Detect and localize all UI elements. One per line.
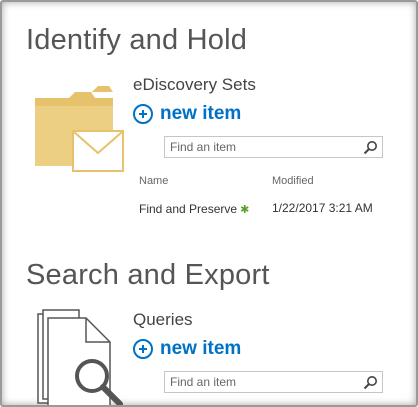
column-header-name[interactable]: Name — [139, 175, 168, 187]
new-item-label: new item — [160, 338, 242, 359]
item-name-link[interactable]: Find and Preserve — [139, 202, 237, 216]
section-title-identify: Identify and Hold — [26, 24, 248, 56]
search-input-ediscovery[interactable] — [165, 137, 355, 157]
column-header-modified[interactable]: Modified — [272, 175, 314, 187]
search-icon[interactable] — [363, 375, 378, 390]
search-input-queries[interactable] — [165, 372, 355, 392]
folder-with-envelope-icon — [35, 86, 124, 172]
plus-circle-icon — [133, 104, 153, 124]
search-icon[interactable] — [363, 140, 378, 155]
new-item-label: new item — [160, 103, 242, 124]
section-title-search-export: Search and Export — [26, 259, 270, 291]
plus-circle-icon — [133, 339, 153, 359]
search-box-ediscovery — [164, 136, 383, 158]
list-title-queries: Queries — [133, 310, 193, 329]
new-item-ediscovery-button[interactable]: new item — [133, 103, 241, 125]
list-title-ediscovery-sets: eDiscovery Sets — [133, 75, 256, 94]
table-row-modified: 1/22/2017 3:21 AM — [272, 201, 373, 215]
page-frame: Identify and Hold eDiscovery Sets new it… — [0, 0, 418, 407]
new-badge-icon: ✱ — [240, 204, 250, 216]
new-item-queries-button[interactable]: new item — [133, 338, 241, 360]
search-box-queries — [164, 371, 383, 393]
table-row-name[interactable]: Find and Preserve ✱ — [139, 202, 249, 216]
documents-magnifier-icon — [37, 309, 123, 405]
